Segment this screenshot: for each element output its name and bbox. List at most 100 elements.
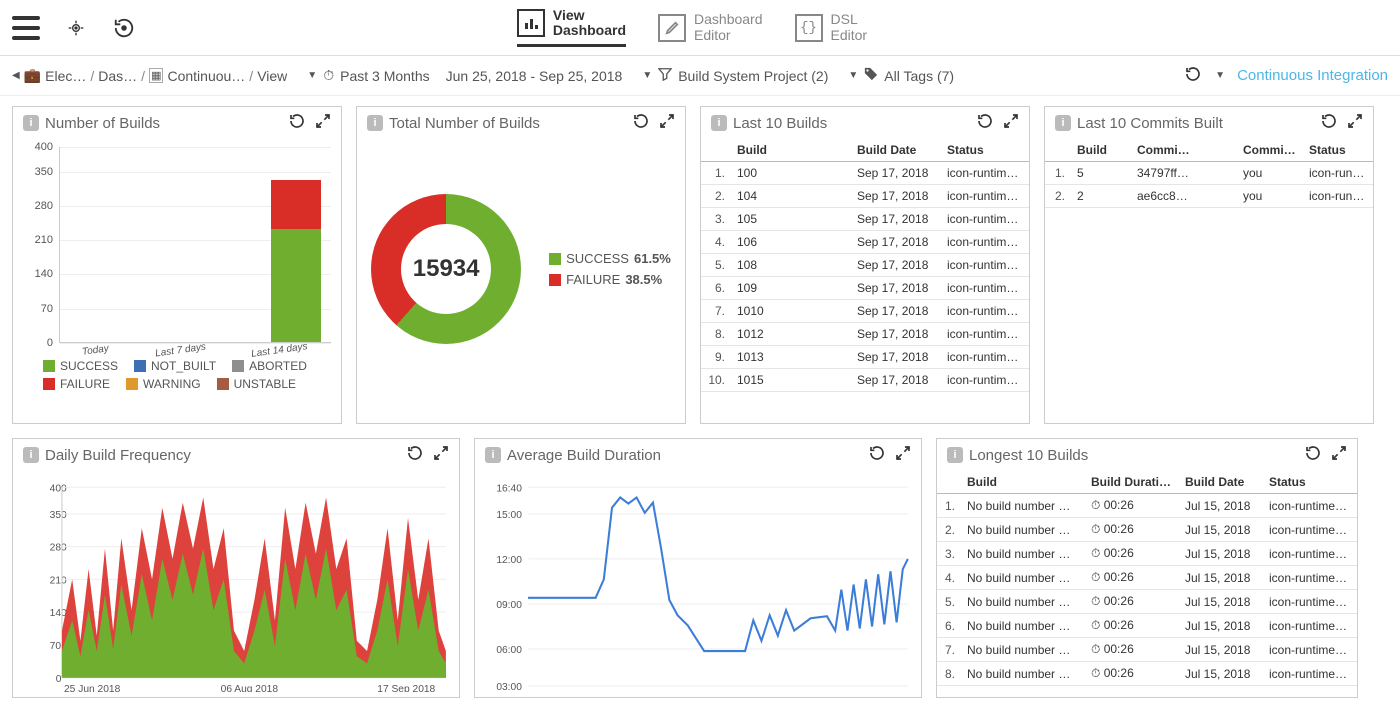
- info-icon[interactable]: i: [485, 447, 501, 463]
- tag-icon: [864, 67, 878, 84]
- svg-text:06:00: 06:00: [496, 645, 522, 656]
- legend-label: SUCCESS: [60, 359, 118, 373]
- col-header[interactable]: Build: [731, 139, 851, 162]
- col-header[interactable]: Commiter: [1237, 139, 1303, 162]
- refresh-icon[interactable]: [977, 113, 993, 133]
- nav-label: DSL: [831, 12, 868, 27]
- card-daily-build-frequency: i Daily Build Frequency 400350280 210140…: [12, 438, 460, 698]
- refresh-icon[interactable]: [1185, 66, 1201, 85]
- table-row[interactable]: 9.1013Sep 17, 2018icon-runtim…: [701, 346, 1029, 369]
- chevron-down-icon[interactable]: ▼: [1215, 70, 1225, 81]
- table-row[interactable]: 4.106Sep 17, 2018icon-runtim…: [701, 231, 1029, 254]
- info-icon[interactable]: i: [23, 447, 39, 463]
- col-header[interactable]: Status: [1303, 139, 1373, 162]
- table-row[interactable]: 7.No build number …⏱ 00:26Jul 15, 2018ic…: [937, 638, 1357, 662]
- time-range-dates: Jun 25, 2018 - Sep 25, 2018: [446, 68, 623, 84]
- tags-filter-label: All Tags (7): [884, 68, 954, 84]
- pencil-icon: [658, 14, 686, 42]
- col-header[interactable]: Build Durati…: [1085, 471, 1179, 494]
- refresh-settings-icon[interactable]: [112, 16, 136, 40]
- back-caret-icon[interactable]: ◀: [12, 70, 20, 81]
- crumb-sep: /: [249, 68, 253, 84]
- svg-text:12:00: 12:00: [496, 555, 522, 566]
- info-icon[interactable]: i: [947, 447, 963, 463]
- refresh-icon[interactable]: [1321, 113, 1337, 133]
- card-last-10-builds: i Last 10 Builds Build Build Date Status…: [700, 106, 1030, 424]
- refresh-icon[interactable]: [407, 445, 423, 465]
- table-row[interactable]: 4.No build number …⏱ 00:26Jul 15, 2018ic…: [937, 566, 1357, 590]
- expand-icon[interactable]: [1003, 113, 1019, 133]
- nav-view-dashboard[interactable]: ViewDashboard: [517, 8, 626, 48]
- breadcrumb-item[interactable]: Elec…: [45, 68, 86, 84]
- time-range-label: Past 3 Months: [340, 68, 430, 84]
- table-row[interactable]: 1.534797ff…youicon-run…: [1045, 162, 1373, 185]
- time-range-filter[interactable]: ▼ ⏱ Past 3 Months Jun 25, 2018 - Sep 25,…: [307, 67, 622, 84]
- breadcrumb-item[interactable]: Das…: [98, 68, 137, 84]
- col-header[interactable]: Commi…: [1131, 139, 1237, 162]
- legend-label: SUCCESS: [566, 251, 629, 266]
- col-header[interactable]: Status: [1263, 471, 1357, 494]
- bar-chart: 070140210280350400 TodayLast 7 daysLast …: [13, 139, 341, 359]
- col-header[interactable]: Status: [941, 139, 1029, 162]
- crumb-sep: /: [141, 68, 145, 84]
- info-icon[interactable]: i: [1055, 115, 1071, 131]
- expand-icon[interactable]: [895, 445, 911, 465]
- card-number-of-builds: i Number of Builds 070140210280350400 To…: [12, 106, 342, 424]
- svg-text:70: 70: [50, 641, 62, 652]
- col-header[interactable]: Build: [961, 471, 1085, 494]
- longest-builds-table: Build Build Durati… Build Date Status 1.…: [937, 471, 1357, 686]
- refresh-icon[interactable]: [869, 445, 885, 465]
- briefcase-icon: 💼: [24, 67, 41, 84]
- card-title: Last 10 Commits Built: [1077, 115, 1223, 132]
- card-title: Last 10 Builds: [733, 115, 827, 132]
- card-title: Total Number of Builds: [389, 115, 540, 132]
- expand-icon[interactable]: [659, 113, 675, 133]
- table-row[interactable]: 8.No build number …⏱ 00:26Jul 15, 2018ic…: [937, 662, 1357, 686]
- nav-dsl-editor[interactable]: {} DSLEditor: [795, 12, 868, 43]
- project-filter[interactable]: ▼ Build System Project (2): [642, 67, 828, 84]
- nav-dashboard-editor[interactable]: DashboardEditor: [658, 12, 763, 43]
- col-header[interactable]: Build Date: [851, 139, 941, 162]
- table-row[interactable]: 1.100Sep 17, 2018icon-runtim…: [701, 162, 1029, 185]
- info-icon[interactable]: i: [711, 115, 727, 131]
- info-icon[interactable]: i: [23, 115, 39, 131]
- nav-label: Editor: [694, 28, 763, 43]
- target-icon[interactable]: [64, 16, 88, 40]
- table-row[interactable]: 5.108Sep 17, 2018icon-runtim…: [701, 254, 1029, 277]
- table-row[interactable]: 8.1012Sep 17, 2018icon-runtim…: [701, 323, 1029, 346]
- table-row[interactable]: 1.No build number …⏱ 00:26Jul 15, 2018ic…: [937, 494, 1357, 518]
- legend-label: NOT_BUILT: [151, 359, 216, 373]
- table-row[interactable]: 2.104Sep 17, 2018icon-runtim…: [701, 185, 1029, 208]
- expand-icon[interactable]: [433, 445, 449, 465]
- refresh-icon[interactable]: [633, 113, 649, 133]
- tags-filter[interactable]: ▼ All Tags (7): [848, 67, 954, 84]
- refresh-icon[interactable]: [289, 113, 305, 133]
- expand-icon[interactable]: [315, 113, 331, 133]
- breadcrumb-item[interactable]: Continuou…: [167, 68, 245, 84]
- expand-icon[interactable]: [1331, 445, 1347, 465]
- expand-icon[interactable]: [1347, 113, 1363, 133]
- chevron-down-icon: ▼: [307, 70, 317, 81]
- col-header[interactable]: Build: [1071, 139, 1131, 162]
- svg-text:16:40: 16:40: [496, 483, 522, 494]
- table-row[interactable]: 7.1010Sep 17, 2018icon-runtim…: [701, 300, 1029, 323]
- table-row[interactable]: 2.2ae6cc8…youicon-run…: [1045, 185, 1373, 208]
- legend-label: UNSTABLE: [234, 377, 296, 391]
- table-row[interactable]: 5.No build number …⏱ 00:26Jul 15, 2018ic…: [937, 590, 1357, 614]
- table-row[interactable]: 3.No build number …⏱ 00:26Jul 15, 2018ic…: [937, 542, 1357, 566]
- table-row[interactable]: 6.No build number …⏱ 00:26Jul 15, 2018ic…: [937, 614, 1357, 638]
- stopwatch-icon: ⏱: [323, 67, 334, 84]
- col-header[interactable]: Build Date: [1179, 471, 1263, 494]
- ci-link[interactable]: Continuous Integration: [1237, 67, 1388, 84]
- menu-icon[interactable]: [12, 16, 40, 40]
- table-row[interactable]: 6.109Sep 17, 2018icon-runtim…: [701, 277, 1029, 300]
- info-icon[interactable]: i: [367, 115, 383, 131]
- refresh-icon[interactable]: [1305, 445, 1321, 465]
- filter-bar: ◀ 💼 Elec… / Das… / ▦ Continuou… / View ▼…: [0, 56, 1400, 96]
- card-average-build-duration: i Average Build Duration 16:40 15:00 12:…: [474, 438, 922, 698]
- table-row[interactable]: 10.1015Sep 17, 2018icon-runtim…: [701, 369, 1029, 392]
- svg-text:09:00: 09:00: [496, 600, 522, 611]
- table-row[interactable]: 2.No build number …⏱ 00:26Jul 15, 2018ic…: [937, 518, 1357, 542]
- table-row[interactable]: 3.105Sep 17, 2018icon-runtim…: [701, 208, 1029, 231]
- legend-label: FAILURE: [60, 377, 110, 391]
